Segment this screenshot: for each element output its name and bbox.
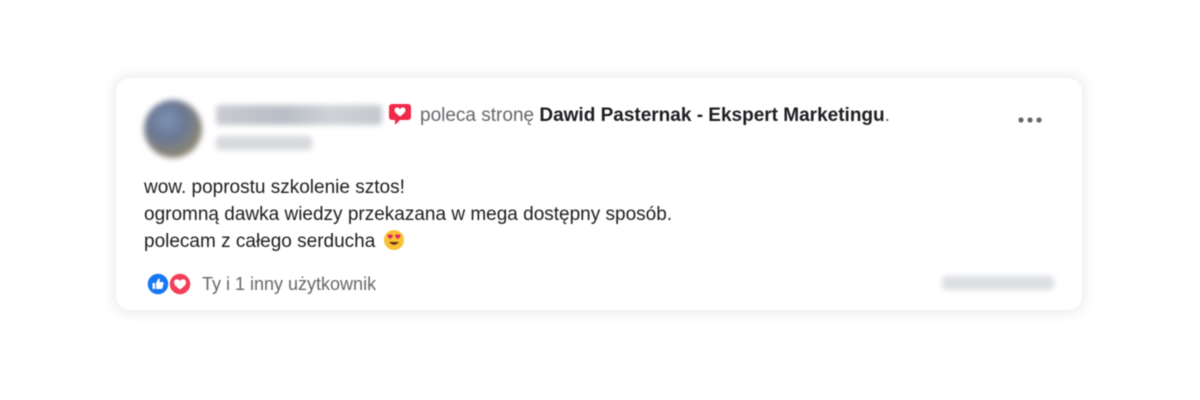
reactions-bar[interactable]: Ty i 1 inny użytkownik bbox=[146, 271, 376, 297]
post-line-1: wow. poprostu szkolenie sztos! bbox=[144, 177, 405, 198]
author-name-redacted[interactable] bbox=[216, 105, 382, 125]
avatar[interactable] bbox=[144, 100, 202, 158]
review-headline: poleca stronę Dawid Pasternak - Ekspert … bbox=[420, 104, 890, 128]
recommend-icon bbox=[389, 104, 411, 125]
like-icon bbox=[146, 272, 170, 296]
heart-eyes-emoji-icon bbox=[383, 230, 404, 250]
recommends-label: poleca stronę bbox=[420, 105, 535, 126]
reactions-summary[interactable]: Ty i 1 inny użytkownik bbox=[202, 274, 376, 295]
more-options-icon[interactable] bbox=[1014, 112, 1046, 128]
post-line-3: polecam z całego serducha bbox=[144, 228, 672, 255]
timestamp-redacted[interactable] bbox=[216, 136, 312, 150]
post-line-2: ogromną dawka wiedzy przekazana w mega d… bbox=[144, 204, 673, 225]
review-card: poleca stronę Dawid Pasternak - Ekspert … bbox=[116, 78, 1082, 310]
page-name-link[interactable]: Dawid Pasternak - Ekspert Marketingu bbox=[539, 105, 884, 126]
comments-count-redacted[interactable] bbox=[942, 276, 1054, 290]
page-suffix: . bbox=[884, 105, 890, 126]
post-body: wow. poprostu szkolenie sztos! ogromną d… bbox=[144, 174, 672, 255]
love-icon bbox=[168, 272, 192, 296]
post-line-3-text: polecam z całego serducha bbox=[144, 231, 376, 252]
